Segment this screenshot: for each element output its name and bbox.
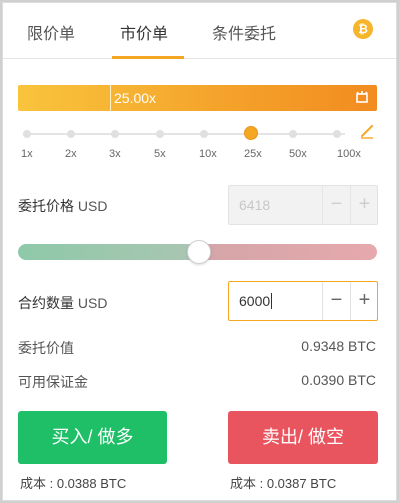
text-caret [271,293,273,309]
order-value-label: 委托价值 [18,340,74,356]
order-price-field: 6418 − + [228,185,378,225]
sell-cost-text: 成本 : 0.0387 BTC [230,476,337,491]
leverage-divider [110,85,111,111]
leverage-tick-label[interactable]: 10x [199,148,217,160]
leverage-bar[interactable]: 25.00x [18,85,377,111]
price-slider-handle[interactable] [187,240,211,264]
quantity-field[interactable]: 6000 − + [228,281,378,321]
leverage-value: 25.00x [114,90,157,106]
quantity-decrement-button[interactable]: − [322,282,350,320]
buy-long-button[interactable]: 买入/ 做多 [18,411,167,464]
leverage-slider-handle[interactable] [244,126,258,140]
sell-short-button[interactable]: 卖出/ 做空 [228,411,378,464]
quantity-increment-button[interactable]: + [350,282,378,320]
order-price-unit: USD [77,198,108,214]
order-price-label: 委托价格 USD [18,196,107,216]
leverage-tick-dot[interactable] [156,130,164,138]
active-tab-underline [112,56,184,59]
leverage-tick-dot[interactable] [200,130,208,138]
order-price-label-text: 委托价格 [18,198,74,214]
available-margin-label: 可用保证金 [18,374,88,390]
quantity-label: 合约数量 USD [18,293,107,313]
leverage-tick-dot[interactable] [67,130,75,138]
buy-cost-text: 成本 : 0.0388 BTC [20,476,127,491]
order-value-amount: 0.9348 BTC [301,338,376,354]
order-type-tabs: 限价单 市价单 条件委托 ₿ [3,3,396,59]
quantity-input[interactable]: 6000 [239,293,273,309]
bitcoin-icon[interactable]: ₿ [353,19,373,39]
available-margin-amount: 0.0390 BTC [301,372,376,388]
leverage-tick-label[interactable]: 2x [65,148,77,160]
leverage-tick-dot[interactable] [333,130,341,138]
quantity-value: 6000 [239,293,271,309]
tab-market-order[interactable]: 市价单 [120,20,168,44]
leverage-tick-label[interactable]: 50x [289,148,307,160]
calculator-icon[interactable] [355,90,369,104]
leverage-tick-label[interactable]: 25x [244,148,262,160]
leverage-tick-dot[interactable] [289,130,297,138]
pencil-icon[interactable] [359,123,375,139]
tab-limit-order[interactable]: 限价单 [27,20,75,44]
order-price-decrement-button: − [322,186,350,224]
order-price-value: 6418 [239,197,271,213]
leverage-tick-label[interactable]: 5x [154,148,166,160]
leverage-tick-label[interactable]: 3x [109,148,121,160]
quantity-unit: USD [77,295,108,311]
leverage-tick-dot[interactable] [23,130,31,138]
order-panel: 限价单 市价单 条件委托 ₿ 25.00x 1x 2x 3x 5x 10x 25… [2,2,397,501]
leverage-tick-label[interactable]: 100x [337,148,361,160]
tab-conditional-order[interactable]: 条件委托 [212,20,276,44]
order-price-increment-button: + [350,186,378,224]
leverage-tick-dot[interactable] [111,130,119,138]
leverage-tick-label[interactable]: 1x [21,148,33,160]
quantity-label-text: 合约数量 [18,295,74,311]
